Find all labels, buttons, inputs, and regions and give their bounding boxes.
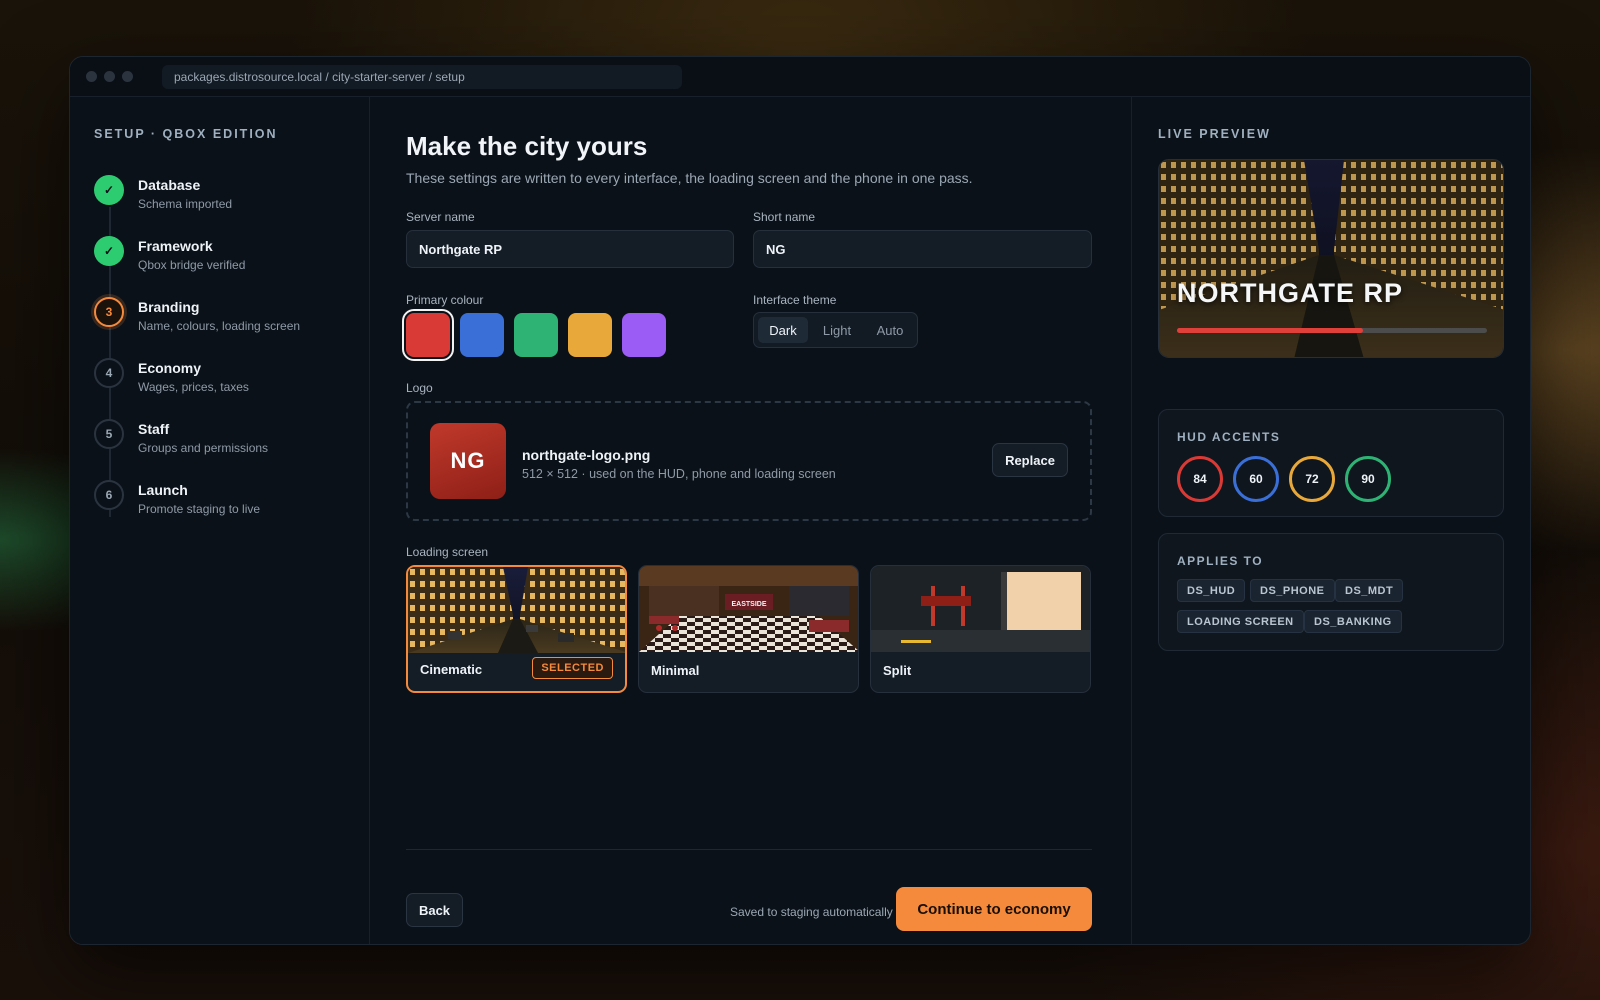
preview-loading-fill xyxy=(1177,328,1363,333)
hud-ring-blue: 60 xyxy=(1233,456,1279,502)
minimal-thumbnail-sign: EASTSIDE xyxy=(731,601,766,608)
window-close-dot[interactable] xyxy=(86,71,97,82)
chip-ds-mdt: DS_MDT xyxy=(1335,579,1404,602)
hud-accents-card: HUD ACCENTS 84 60 72 90 xyxy=(1158,409,1504,517)
step-number: 3 xyxy=(94,297,124,327)
chip-ds-banking: DS_BANKING xyxy=(1304,610,1402,633)
step-subtitle: Qbox bridge verified xyxy=(138,258,246,272)
cinematic-thumbnail xyxy=(408,567,625,653)
preview-server-name: NORTHGATE RP xyxy=(1177,278,1403,308)
step-title: Framework xyxy=(138,238,213,254)
page-title: Make the city yours xyxy=(406,131,648,161)
step-subtitle: Promote staging to live xyxy=(138,502,261,516)
setup-window: packages.distrosource.local / city-start… xyxy=(69,56,1531,945)
loading-option-split[interactable]: Split xyxy=(870,565,1091,693)
step-number: 4 xyxy=(94,358,124,388)
step-subtitle: Schema imported xyxy=(138,197,233,211)
primary-colour-label: Primary colour xyxy=(406,293,484,307)
page-subtitle: These settings are written to every inte… xyxy=(406,170,973,186)
step-launch[interactable]: 6 Launch Promote staging to live xyxy=(94,478,354,528)
theme-auto-button[interactable]: Auto xyxy=(866,317,914,343)
replace-logo-button[interactable]: Replace xyxy=(992,443,1068,477)
split-thumbnail xyxy=(871,566,1090,652)
step-title: Economy xyxy=(138,360,202,376)
footer-divider xyxy=(406,849,1092,850)
step-subtitle: Wages, prices, taxes xyxy=(138,380,249,394)
swatch-green[interactable] xyxy=(514,313,558,357)
step-database[interactable]: ✓ Database Schema imported xyxy=(94,173,354,223)
theme-dark-button[interactable]: Dark xyxy=(758,317,808,343)
step-title: Staff xyxy=(138,421,170,437)
hud-accents-title: HUD ACCENTS xyxy=(1177,430,1281,444)
window-maximize-dot[interactable] xyxy=(122,71,133,82)
step-branding[interactable]: 3 Branding Name, colours, loading screen xyxy=(94,295,354,345)
branding-form: Make the city yours These settings are w… xyxy=(370,97,1132,944)
swatch-blue[interactable] xyxy=(460,313,504,357)
check-icon: ✓ xyxy=(94,175,124,205)
minimal-thumbnail: EASTSIDE xyxy=(639,566,858,652)
step-economy[interactable]: 4 Economy Wages, prices, taxes xyxy=(94,356,354,406)
applies-to-card: APPLIES TO DS_HUD DS_PHONE DS_MDT LOADIN… xyxy=(1158,533,1504,651)
logo-dropzone[interactable]: NG northgate-logo.png 512 × 512 · used o… xyxy=(406,401,1092,521)
option-name: Minimal xyxy=(651,663,700,678)
step-title: Launch xyxy=(138,482,188,498)
loading-option-cinematic[interactable]: Cinematic SELECTED xyxy=(406,565,627,693)
short-name-input[interactable]: NG xyxy=(753,230,1092,268)
server-name-label: Server name xyxy=(406,210,475,224)
preview-loading-bar xyxy=(1177,328,1487,333)
step-number: 6 xyxy=(94,480,124,510)
back-button[interactable]: Back xyxy=(406,893,463,927)
address-bar[interactable]: packages.distrosource.local / city-start… xyxy=(162,65,682,89)
check-icon: ✓ xyxy=(94,236,124,266)
applies-to-title: APPLIES TO xyxy=(1177,554,1264,568)
short-name-label: Short name xyxy=(753,210,816,224)
step-number: 5 xyxy=(94,419,124,449)
chip-ds-phone: DS_PHONE xyxy=(1250,579,1335,602)
autosave-note: Saved to staging automatically xyxy=(730,905,893,919)
logo-label: Logo xyxy=(406,381,433,395)
window-minimize-dot[interactable] xyxy=(104,71,115,82)
step-title: Database xyxy=(138,177,201,193)
theme-light-button[interactable]: Light xyxy=(812,317,862,343)
hud-ring-amber: 72 xyxy=(1289,456,1335,502)
selected-badge: SELECTED xyxy=(532,657,613,679)
chip-loading-screen: LOADING SCREEN xyxy=(1177,610,1304,633)
sidebar-title: SETUP · QBOX EDITION xyxy=(94,127,278,141)
swatch-purple[interactable] xyxy=(622,313,666,357)
title-bar: packages.distrosource.local / city-start… xyxy=(70,57,1530,97)
chip-ds-hud: DS_HUD xyxy=(1177,579,1246,602)
logo-preview: NG xyxy=(430,423,506,499)
loading-option-minimal[interactable]: EASTSIDE Minimal xyxy=(638,565,859,693)
step-subtitle: Name, colours, loading screen xyxy=(138,319,301,333)
interface-theme-label: Interface theme xyxy=(753,293,837,307)
continue-button[interactable]: Continue to economy xyxy=(896,887,1092,931)
logo-file-name: northgate-logo.png xyxy=(522,447,651,463)
option-name: Cinematic xyxy=(420,662,483,677)
hud-ring-green: 90 xyxy=(1345,456,1391,502)
step-subtitle: Groups and permissions xyxy=(138,441,269,455)
step-staff[interactable]: 5 Staff Groups and permissions xyxy=(94,417,354,467)
option-name: Split xyxy=(883,663,912,678)
preview-panel: LIVE PREVIEW NORTHGATE RP HUD ACCENTS 84… xyxy=(1132,97,1530,944)
logo-file-meta: 512 × 512 · used on the HUD, phone and l… xyxy=(522,467,836,481)
step-framework[interactable]: ✓ Framework Qbox bridge verified xyxy=(94,234,354,284)
theme-segmented-control: Dark Light Auto xyxy=(753,312,918,348)
step-title: Branding xyxy=(138,299,200,315)
setup-sidebar: SETUP · QBOX EDITION ✓ Database Schema i… xyxy=(70,97,370,944)
loading-screen-label: Loading screen xyxy=(406,545,489,559)
swatch-amber[interactable] xyxy=(568,313,612,357)
server-name-input[interactable]: Northgate RP xyxy=(406,230,734,268)
swatch-red[interactable] xyxy=(402,309,454,361)
live-preview: NORTHGATE RP xyxy=(1158,159,1504,358)
hud-ring-red: 84 xyxy=(1177,456,1223,502)
live-preview-title: LIVE PREVIEW xyxy=(1158,127,1271,141)
